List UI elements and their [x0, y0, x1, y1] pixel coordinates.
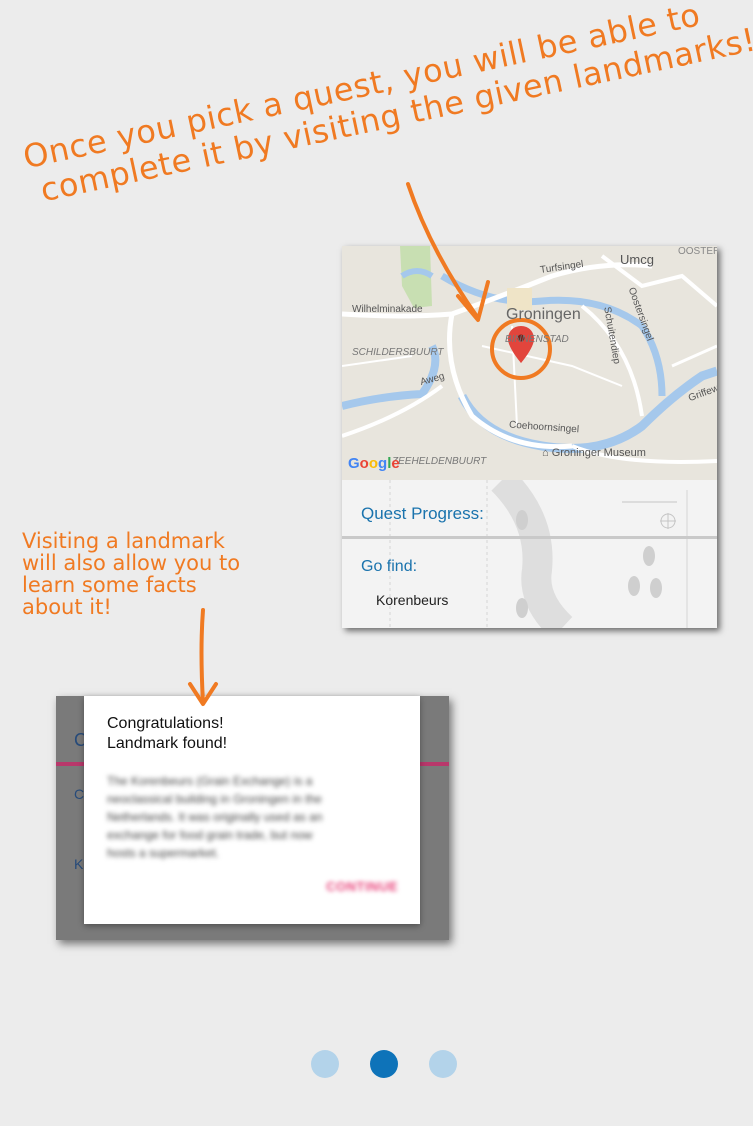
map-label-wilhelminakade: Wilhelminakade	[352, 304, 423, 315]
arrow-to-dialog	[199, 608, 205, 704]
annotation-line: about it!	[22, 595, 112, 619]
map-label-umcg: Umcg	[620, 252, 654, 267]
go-find-label: Go find:	[361, 558, 418, 575]
page-dot[interactable]	[429, 1050, 457, 1078]
annotation-line: Once you pick a quest, you will be able …	[19, 0, 704, 177]
quest-progress-label: Quest Progress:	[361, 504, 484, 523]
annotation-line: learn some facts	[22, 573, 197, 597]
map-roads-graphic	[342, 246, 717, 464]
quest-map-card: Groningen BINNENSTAD Umcg OOSTERP Turfsi…	[342, 246, 717, 628]
dialog-title-line: Congratulations!	[107, 715, 224, 732]
museum-label: Groninger Museum	[551, 447, 646, 459]
museum-icon: ⌂	[542, 447, 552, 459]
google-logo: Google	[348, 455, 400, 472]
annotation-line: Visiting a landmark	[22, 529, 225, 553]
divider	[342, 536, 717, 539]
annotation-line: will also allow you to	[22, 551, 241, 575]
map-label-zeeheldenbuurt: ZEEHELDENBUURT	[392, 456, 487, 467]
page-dot[interactable]	[311, 1050, 339, 1078]
dialog-body: The Korenbeurs (Grain Exchange) is a neo…	[107, 772, 387, 862]
instruction-annotation-top: Once you pick a quest, you will be able …	[20, 0, 753, 210]
landmark-list-item[interactable]: Korenbeurs	[376, 592, 448, 608]
dialog-title: Congratulations! Landmark found!	[107, 714, 227, 754]
background-text: C	[74, 786, 85, 802]
background-text: K	[74, 856, 84, 872]
map-label-ooster: OOSTERP	[678, 246, 717, 257]
dialog-title-line: Landmark found!	[107, 735, 228, 752]
landmark-found-dialog: Congratulations! Landmark found! The Kor…	[84, 696, 420, 924]
map-label-schildersbuurt: SCHILDERSBUURT	[352, 347, 444, 358]
map-label-city: Groningen	[506, 306, 581, 323]
continue-button[interactable]: CONTINUE	[326, 879, 398, 894]
dialog-body-line: hosts a supermarket.	[107, 846, 220, 860]
map-label-district: BINNENSTAD	[505, 334, 569, 345]
map-view[interactable]: Groningen BINNENSTAD Umcg OOSTERP Turfsi…	[342, 246, 717, 480]
map-label-museum: ⌂ Groninger Museum	[542, 447, 646, 459]
quest-progress-panel: Quest Progress: Go find: Korenbeurs	[342, 480, 717, 628]
dialog-body-line: The Korenbeurs (Grain Exchange) is a	[107, 774, 313, 788]
dialog-body-line: exchange for food grain trade, but now	[107, 828, 313, 842]
page-indicator	[311, 1050, 457, 1078]
dialog-body-line: Netherlands. It was originally used as a…	[107, 810, 323, 824]
dialog-body-line: neoclassical building in Groningen in th…	[107, 792, 322, 806]
instruction-annotation-side: Visiting a landmark will also allow you …	[22, 530, 240, 618]
page-dot-active[interactable]	[370, 1050, 398, 1078]
